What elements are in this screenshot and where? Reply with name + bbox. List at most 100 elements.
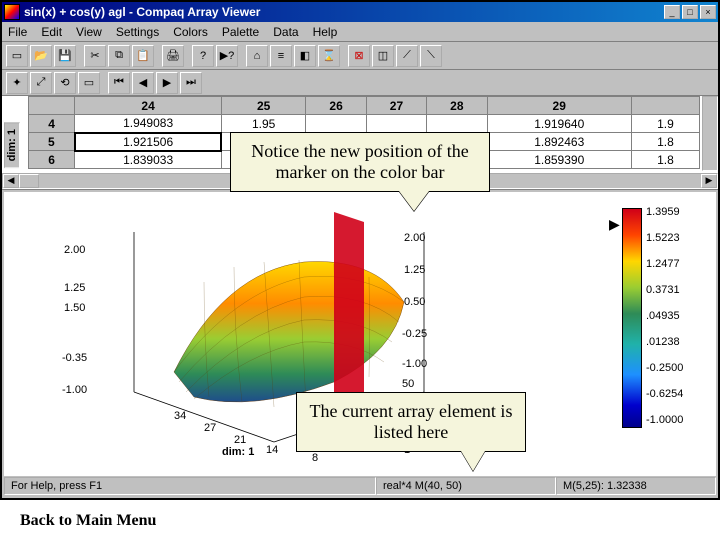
z-tick: -1.00 [62,384,87,396]
close-button[interactable]: × [700,5,716,19]
grid-col-header[interactable]: 29 [487,97,631,115]
grid-row-header[interactable]: 6 [29,151,75,169]
z-tick-r: -0.25 [402,328,427,340]
scroll-left-icon[interactable]: ◀ [3,174,19,188]
nav-d-icon[interactable]: ▭ [78,72,100,94]
chart-c-icon[interactable]: ⟋ [396,45,418,67]
menubar: File Edit View Settings Colors Palette D… [2,22,718,42]
help-icon[interactable]: ? [192,45,214,67]
grid-cell[interactable] [366,115,426,133]
y-tick: 50 [402,378,414,390]
maximize-button[interactable]: □ [682,5,698,19]
prev-icon[interactable]: ◀ [132,72,154,94]
menu-view[interactable]: View [76,25,102,39]
menu-palette[interactable]: Palette [222,25,259,39]
grid-corner [29,97,75,115]
grid-cell[interactable]: 1.919640 [487,115,631,133]
chart-a-icon[interactable]: ⊠ [348,45,370,67]
cbar-tick: -0.2500 [646,362,706,374]
menu-file[interactable]: File [8,25,27,39]
status-type: real*4 M(40, 50) [376,477,556,495]
print-icon[interactable]: 🖨 [162,45,184,67]
cut-icon[interactable]: ✂ [84,45,106,67]
grid-cell[interactable]: 1.859390 [487,151,631,169]
callout-element: The current array element is listed here [296,392,526,452]
cbar-tick: 1.2477 [646,258,706,270]
nav-b-icon[interactable]: ⤢ [30,72,52,94]
next-icon[interactable]: ▶ [156,72,178,94]
grid-vscroll[interactable] [702,96,718,171]
grid-cell[interactable]: 1.892463 [487,133,631,151]
tool-b-icon[interactable]: ◧ [294,45,316,67]
hourglass-icon[interactable]: ⌛ [318,45,340,67]
grid-col-header[interactable]: 26 [306,97,366,115]
x-tick: 34 [174,410,186,422]
cbar-tick: 1.3959 [646,206,706,218]
z-tick-r: 0.50 [404,296,425,308]
first-icon[interactable]: ⏮ [108,72,130,94]
nav-c-icon[interactable]: ⟲ [54,72,76,94]
paste-icon[interactable]: 📋 [132,45,154,67]
cbar-tick: .04935 [646,310,706,322]
callout-colorbar: Notice the new position of the marker on… [230,132,490,192]
cbar-tick: .01238 [646,336,706,348]
grid-cell[interactable]: 1.8 [631,151,699,169]
grid-cell[interactable]: 1.95 [221,115,305,133]
z-tick: -0.35 [62,352,87,364]
x-tick: 8 [312,452,318,464]
x-tick: 21 [234,434,246,446]
grid-col-header[interactable] [631,97,699,115]
cbar-tick: -1.0000 [646,414,706,426]
context-help-icon[interactable]: ▶? [216,45,238,67]
grid-col-header[interactable]: 28 [427,97,487,115]
grid-cell[interactable]: 1.9 [631,115,699,133]
home-icon[interactable]: ⌂ [246,45,268,67]
tool-a-icon[interactable]: ≡ [270,45,292,67]
last-icon[interactable]: ⏭ [180,72,202,94]
grid-col-header[interactable]: 24 [75,97,222,115]
z-tick-r: 2.00 [404,232,425,244]
scroll-thumb[interactable] [19,174,39,188]
grid-col-header[interactable]: 25 [221,97,305,115]
toolbar-main: ▭ 📂 💾 ✂ ⧉ 📋 🖨 ? ▶? ⌂ ≡ ◧ ⌛ ⊠ ◫ ⟋ ⟍ [2,42,718,70]
chart-d-icon[interactable]: ⟍ [420,45,442,67]
nav-a-icon[interactable]: ✦ [6,72,28,94]
dim1-axis-label: dim: 1 [222,446,254,458]
back-to-main-link[interactable]: Back to Main Menu [20,512,156,530]
menu-edit[interactable]: Edit [41,25,62,39]
z-tick: 1.50 [64,302,85,314]
window-title: sin(x) + cos(y) agl - Compaq Array Viewe… [24,5,662,19]
grid-cell[interactable]: 1.949083 [75,115,222,133]
scroll-right-icon[interactable]: ▶ [701,174,717,188]
colorbar[interactable]: ▶ [622,208,642,428]
menu-settings[interactable]: Settings [116,25,159,39]
cbar-tick: 1.5223 [646,232,706,244]
save-icon[interactable]: 💾 [54,45,76,67]
x-tick: 27 [204,422,216,434]
z-tick-r: 1.25 [404,264,425,276]
grid-cell-selected[interactable]: 1.921506 [75,133,222,151]
grid-row-header[interactable]: 4 [29,115,75,133]
dim1-label: dim: 1 [4,122,20,168]
copy-icon[interactable]: ⧉ [108,45,130,67]
z-tick: 1.25 [64,282,85,294]
menu-help[interactable]: Help [313,25,338,39]
chart-b-icon[interactable]: ◫ [372,45,394,67]
grid-cell[interactable] [306,115,366,133]
menu-data[interactable]: Data [273,25,298,39]
new-icon[interactable]: ▭ [6,45,28,67]
open-icon[interactable]: 📂 [30,45,52,67]
app-icon [4,4,20,20]
z-tick: 2.00 [64,244,85,256]
grid-row-header[interactable]: 5 [29,133,75,151]
grid-cell[interactable]: 1.8 [631,133,699,151]
grid-cell[interactable] [427,115,487,133]
cbar-tick: -0.6254 [646,388,706,400]
grid-cell[interactable]: 1.839033 [75,151,222,169]
colorbar-gradient: ▶ [623,209,641,427]
toolbar-nav: ✦ ⤢ ⟲ ▭ ⏮ ◀ ▶ ⏭ [2,70,718,96]
titlebar: sin(x) + cos(y) agl - Compaq Array Viewe… [2,2,718,22]
minimize-button[interactable]: _ [664,5,680,19]
menu-colors[interactable]: Colors [173,25,208,39]
grid-col-header[interactable]: 27 [366,97,426,115]
